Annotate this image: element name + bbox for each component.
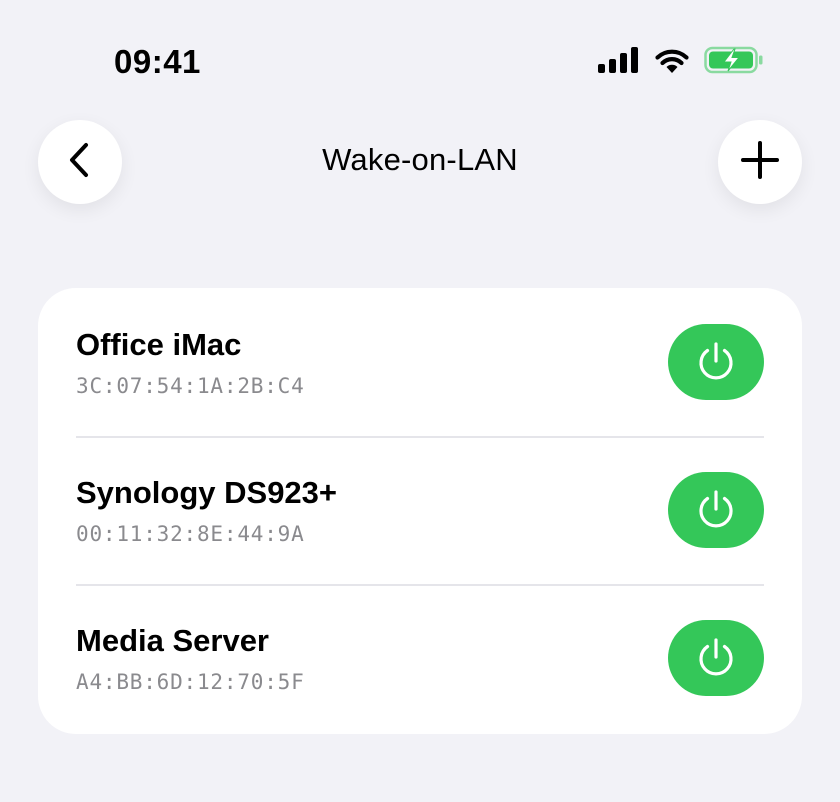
device-mac-address: 00:11:32:8E:44:9A xyxy=(76,522,305,546)
navigation-bar: Wake-on-LAN xyxy=(0,118,840,204)
device-row: Office iMac 3C:07:54:1A:2B:C4 xyxy=(38,288,802,436)
wake-button[interactable] xyxy=(668,472,764,548)
status-time: 09:41 xyxy=(114,43,201,80)
device-mac-address: A4:BB:6D:12:70:5F xyxy=(76,670,305,694)
power-icon xyxy=(694,488,738,532)
device-list: Office iMac 3C:07:54:1A:2B:C4 Synology D… xyxy=(38,288,802,734)
power-icon xyxy=(694,340,738,384)
device-mac-address: 3C:07:54:1A:2B:C4 xyxy=(76,374,305,398)
plus-icon xyxy=(740,140,780,185)
status-bar: 09:41 xyxy=(0,0,840,110)
add-device-button[interactable] xyxy=(718,120,802,204)
status-icons xyxy=(598,46,764,74)
device-name: Media Server xyxy=(76,623,269,658)
cellular-signal-icon xyxy=(598,47,640,73)
device-name: Office iMac xyxy=(76,327,242,362)
device-row: Media Server A4:BB:6D:12:70:5F xyxy=(38,584,802,732)
device-row: Synology DS923+ 00:11:32:8E:44:9A xyxy=(38,436,802,584)
wake-button[interactable] xyxy=(668,620,764,696)
wifi-icon xyxy=(654,46,690,74)
power-icon xyxy=(694,636,738,680)
wake-button[interactable] xyxy=(668,324,764,400)
page-title: Wake-on-LAN xyxy=(322,142,518,177)
battery-charging-icon xyxy=(704,46,764,74)
device-name: Synology DS923+ xyxy=(76,475,338,510)
